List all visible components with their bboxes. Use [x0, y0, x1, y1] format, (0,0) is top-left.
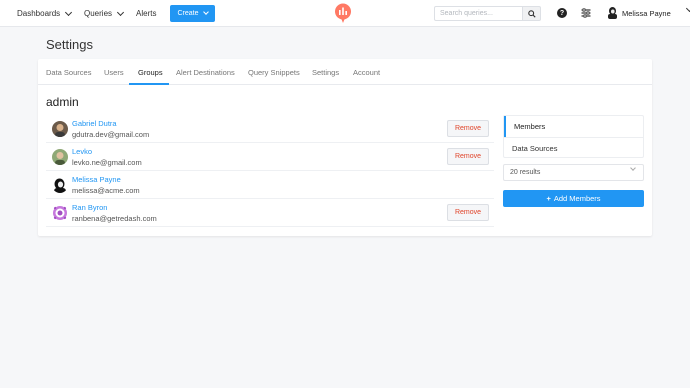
avatar [52, 149, 68, 165]
side-item-data-sources[interactable]: Data Sources [504, 137, 643, 158]
help-icon[interactable]: ? [557, 8, 567, 18]
user-avatar-icon[interactable] [607, 7, 618, 19]
member-row: Melissa Payne melissa@acme.com [46, 171, 494, 199]
member-name-link[interactable]: Levko [72, 147, 92, 156]
group-side-menu: Members Data Sources [503, 115, 644, 158]
remove-member-button[interactable]: Remove [447, 204, 489, 221]
chevron-down-icon [65, 8, 73, 16]
nav-dashboards-label: Dashboards [17, 9, 61, 18]
avatar [52, 177, 68, 193]
group-title: admin [46, 95, 79, 109]
member-email: melissa@acme.com [72, 186, 140, 195]
chevron-down-icon[interactable] [685, 4, 690, 13]
nav-queries-label: Queries [84, 9, 113, 18]
create-button-label: Create [177, 10, 199, 17]
settings-tabs: Data Sources Users Groups Alert Destinat… [38, 59, 652, 85]
nav-queries[interactable]: Queries [84, 8, 125, 18]
member-row: Gabriel Dutra gdutra.dev@gmail.com Remov… [46, 115, 494, 143]
avatar [52, 205, 68, 221]
member-row: Levko levko.ne@gmail.com Remove [46, 143, 494, 171]
add-members-button[interactable]: + Add Members [503, 190, 644, 207]
create-button[interactable]: Create [170, 5, 215, 22]
member-name-link[interactable]: Melissa Payne [72, 175, 121, 184]
search-button[interactable] [523, 6, 541, 21]
chevron-down-icon [630, 165, 636, 171]
tab-query-snippets[interactable]: Query Snippets [248, 68, 300, 77]
nav-dashboards[interactable]: Dashboards [17, 8, 73, 18]
add-members-label: Add Members [553, 194, 601, 203]
avatar [52, 121, 68, 137]
tab-users[interactable]: Users [104, 68, 124, 77]
user-name[interactable]: Melissa Payne [622, 9, 671, 18]
active-tab-indicator [129, 83, 169, 85]
tab-alert-destinations[interactable]: Alert Destinations [176, 68, 235, 77]
chevron-down-icon [116, 8, 125, 16]
search-input[interactable]: Search queries... [434, 6, 523, 21]
results-select[interactable]: 20 results [503, 164, 644, 181]
search-icon [527, 9, 536, 18]
nav-alerts-label: Alerts [136, 9, 157, 18]
plus-icon: + [546, 194, 551, 203]
redash-logo-icon[interactable] [334, 3, 352, 23]
member-row: Ran Byron ranbena@getredash.com Remove [46, 199, 494, 227]
nav-alerts[interactable]: Alerts [136, 9, 156, 18]
remove-member-button[interactable]: Remove [447, 120, 489, 137]
member-name-link[interactable]: Gabriel Dutra [72, 119, 117, 128]
tab-data-sources[interactable]: Data Sources [46, 68, 91, 77]
member-email: gdutra.dev@gmail.com [72, 130, 150, 139]
tab-account[interactable]: Account [353, 68, 380, 77]
remove-member-button[interactable]: Remove [447, 148, 489, 165]
chevron-down-icon [202, 9, 209, 15]
top-navbar: Dashboards Queries Alerts Create Search … [0, 0, 690, 27]
settings-card: Data Sources Users Groups Alert Destinat… [38, 59, 652, 236]
results-select-value: 20 results [510, 169, 541, 176]
member-email: ranbena@getredash.com [72, 214, 157, 223]
member-name-link[interactable]: Ran Byron [72, 203, 107, 212]
page-title: Settings [46, 37, 93, 52]
tab-groups[interactable]: Groups [138, 68, 163, 77]
member-email: levko.ne@gmail.com [72, 158, 142, 167]
settings-sliders-icon[interactable] [581, 8, 591, 18]
tab-settings[interactable]: Settings [312, 68, 339, 77]
side-item-members[interactable]: Members [504, 116, 643, 137]
